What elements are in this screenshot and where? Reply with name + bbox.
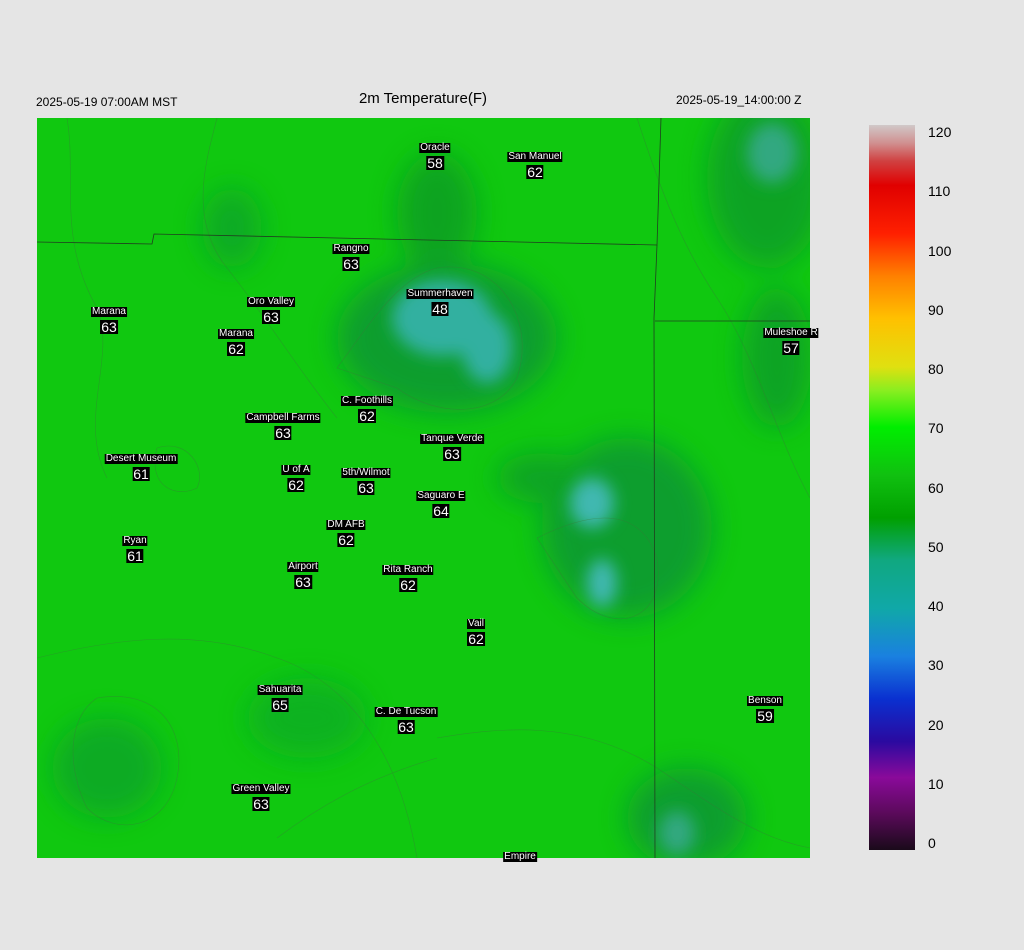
station: Marana 63 [91,302,127,334]
station-temperature: 63 [294,574,312,590]
station-temperature: 63 [274,425,292,441]
station-temperature: 58 [426,155,444,171]
station-temperature: 61 [132,466,150,482]
colorbar-tick-label: 100 [928,242,952,259]
colorbar-tick-label: 30 [928,657,944,674]
station-name: Muleshoe R [763,327,819,338]
station-name: DM AFB [326,519,366,530]
station-temperature: 59 [756,708,774,724]
station-temperature: 62 [358,408,376,424]
station-temperature: 61 [126,548,144,564]
station: DM AFB 62 [326,515,366,548]
colorbar-tick-label: 0 [928,835,936,851]
station: San Manuel 62 [507,147,563,180]
station: Sahuarita 65 [257,680,303,713]
temperature-map: Oracle 58 San Manuel 62 Rangno 63 Summerhav… [37,118,819,862]
station-temperature: 63 [100,319,118,335]
valid-time-utc: 2025-05-19_14:00:00 Z [676,93,802,107]
station: Rangno 63 [332,239,370,272]
station: 5th/Wilmot 63 [341,463,391,496]
station-temperature: 63 [397,719,415,735]
station-temperature: 62 [287,477,305,493]
station: Rita Ranch 62 [382,560,434,593]
station-name: Saguaro E [416,490,466,501]
station: Ryan 61 [122,531,148,564]
station-name: Marana [218,328,254,339]
station: Muleshoe R 57 [763,323,819,356]
station-temperature: 63 [262,309,280,325]
station: Vail 62 [467,614,485,646]
station-name: Airport [287,561,319,572]
station: Campbell Farms 63 [245,408,321,441]
station-name: Vail [467,618,485,629]
station-temperature: 62 [399,577,417,593]
station-name: C. De Tucson [374,706,438,717]
colorbar-tick-label: 70 [928,420,944,437]
station-name: Summerhaven [406,288,474,299]
colorbar-tick-label: 110 [928,183,951,200]
station-name: 5th/Wilmot [341,467,391,478]
station-temperature: 62 [467,631,485,647]
colorbar-tick-label: 20 [928,716,944,733]
colorbar-tick-label: 60 [928,479,944,496]
station-name: Benson [747,695,783,706]
station-name: Oracle [419,142,451,153]
station-name: Empire [503,851,537,862]
station: U of A 62 [281,460,311,493]
station: Benson 59 [747,691,783,723]
station-temperature: 64 [432,503,450,519]
station: Green Valley 63 [231,779,291,812]
temperature-colorbar [869,125,915,850]
station: Tanque Verde 63 [420,429,484,461]
station: Airport 63 [287,557,319,590]
colorbar-tick-label: 90 [928,301,944,318]
station-name: Rangno [332,243,370,254]
station-temperature: 48 [431,301,449,317]
station-temperature: 63 [443,446,461,462]
station-name: Sahuarita [257,684,303,695]
station-name: Tanque Verde [420,433,484,444]
station: Marana 62 [218,324,254,356]
station: Empire [503,847,537,863]
station: Desert Museum 61 [104,449,178,482]
colorbar-tick-label: 80 [928,361,944,377]
station-name: U of A [281,464,311,475]
station-temperature: 63 [252,796,270,812]
station-name: Ryan [122,535,148,546]
colorbar-tick-label: 40 [928,598,944,614]
station-name: Rita Ranch [382,564,434,575]
colorbar-tick-label: 50 [928,538,944,555]
station: Oro Valley 63 [247,292,295,324]
station: C. Foothills 62 [340,391,394,424]
station-name: Desert Museum [104,453,178,464]
station-temperature: 62 [337,532,355,548]
station: Summerhaven 48 [406,284,474,317]
station-name: Green Valley [231,783,291,794]
station-name: Campbell Farms [245,412,321,423]
station-name: San Manuel [507,151,563,162]
station-temperature: 62 [227,341,245,357]
station-temperature: 63 [357,480,375,496]
colorbar-tick-label: 120 [928,124,952,140]
station: Saguaro E 64 [416,486,466,519]
station-name: C. Foothills [340,395,394,406]
station: Oracle 58 [419,138,451,171]
colorbar-tick-label: 10 [928,775,944,792]
station-name: Marana [91,306,127,317]
station: C. De Tucson 63 [374,702,438,735]
station-temperature: 65 [271,697,289,713]
station-temperature: 62 [526,164,544,180]
station-temperature: 57 [782,340,800,356]
station-name: Oro Valley [247,296,295,307]
station-temperature: 63 [342,256,360,272]
